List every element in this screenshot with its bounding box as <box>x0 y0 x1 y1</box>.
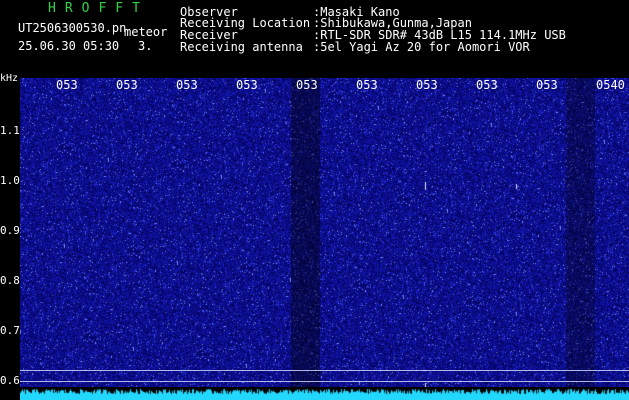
x-tick-2: 053 <box>116 78 138 92</box>
y-tick-0-7: 0.7 <box>0 324 20 337</box>
app-logo: HROFFT <box>48 1 149 16</box>
x-tick-1: 053 <box>56 78 78 92</box>
y-tick-0-9: 0.9 <box>0 224 20 237</box>
waterfall-canvas <box>20 78 629 400</box>
x-tick-5: 053 <box>296 78 318 92</box>
x-tick-9: 053 <box>536 78 558 92</box>
spectrum-trace <box>20 387 629 400</box>
x-tick-7: 053 <box>416 78 438 92</box>
x-tick-3: 053 <box>176 78 198 92</box>
datetime-label: 25.06.30 05:30 <box>18 39 120 53</box>
header-panel: HROFFT UT2506300530.pn meteor 25.06.30 0… <box>0 0 629 78</box>
info-value-antenna: :5el Yagi Az 20 for Aomori VOR <box>313 40 530 54</box>
x-tick-4: 053 <box>236 78 258 92</box>
meteor-label: meteor <box>124 25 168 39</box>
x-tick-10: 0540 <box>596 78 625 92</box>
waterfall-display <box>20 78 629 400</box>
file-name: UT2506300530.pn <box>18 21 127 35</box>
info-label-antenna: Receiving antenna <box>180 40 303 54</box>
marker-line-lower <box>20 381 629 382</box>
y-tick-0-6: 0.6 <box>0 374 20 387</box>
y-tick-0-8: 0.8 <box>0 274 20 287</box>
y-tick-1-0: 1.0 <box>0 174 20 187</box>
x-tick-6: 053 <box>356 78 378 92</box>
y-unit-label: kHz <box>0 73 19 84</box>
meteor-count: 3. <box>138 39 153 53</box>
x-tick-8: 053 <box>476 78 498 92</box>
marker-line-upper <box>20 370 629 371</box>
y-tick-1-1: 1.1 <box>0 124 20 137</box>
